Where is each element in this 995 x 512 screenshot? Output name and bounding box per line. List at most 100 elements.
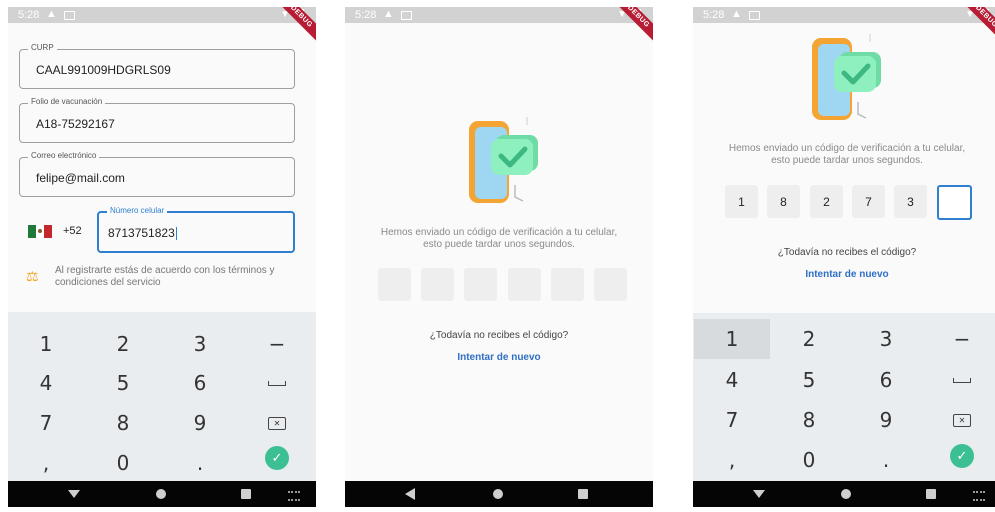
key-2[interactable]: 2 — [771, 319, 847, 359]
retry-link[interactable]: Intentar de nuevo — [693, 269, 995, 280]
debug-banner: DEBUG — [957, 7, 995, 46]
warning-icon: ▲ — [731, 8, 742, 20]
space-icon — [268, 380, 286, 386]
code-digit-5[interactable]: 3 — [894, 185, 927, 218]
code-digit-5[interactable] — [551, 268, 584, 301]
code-digit-4[interactable] — [508, 268, 541, 301]
code-digit-3[interactable] — [464, 268, 497, 301]
email-value: felipe@mail.com — [36, 171, 125, 185]
code-digit-6[interactable] — [594, 268, 627, 301]
keyboard-switch-icon[interactable] — [973, 491, 985, 501]
back-icon[interactable] — [753, 490, 765, 498]
key-6[interactable]: 6 — [162, 363, 238, 403]
key-5[interactable]: 5 — [771, 360, 847, 400]
confirm-key[interactable]: ✓ — [239, 438, 315, 478]
key-period[interactable]: . — [162, 443, 238, 483]
key-0[interactable]: 0 — [85, 443, 161, 483]
keyboard-switch-icon[interactable] — [288, 491, 300, 501]
gavel-icon: ⚖ — [26, 268, 39, 284]
home-icon[interactable] — [841, 489, 851, 499]
numeric-keypad: 1 2 3 − 4 5 6 7 8 9 ✕ , 0 . ✓ — [693, 313, 995, 483]
key-minus[interactable]: − — [239, 324, 315, 364]
warning-icon: ▲ — [46, 8, 57, 20]
key-6[interactable]: 6 — [848, 360, 924, 400]
key-7[interactable]: 7 — [8, 403, 84, 443]
key-3[interactable]: 3 — [162, 324, 238, 364]
folio-field[interactable]: Folio de vacunación A18-75292167 — [19, 97, 295, 143]
curp-value: CAAL991009HDGRLS09 — [36, 63, 171, 77]
numeric-keypad: 1 2 3 − 4 5 6 7 8 9 ✕ , 0 . ✓ — [8, 312, 316, 482]
navigation-bar — [8, 481, 316, 507]
key-2[interactable]: 2 — [85, 324, 161, 364]
backspace-key[interactable]: ✕ — [924, 400, 995, 440]
confirm-key[interactable]: ✓ — [924, 436, 995, 476]
code-digit-2[interactable] — [421, 268, 454, 301]
message-line-2: esto puede tardar unos segundos. — [423, 239, 575, 250]
recents-icon[interactable] — [926, 489, 936, 499]
status-time: 5:28 — [703, 9, 725, 21]
navigation-bar — [345, 481, 653, 507]
verification-message: Hemos enviado un código de verificación … — [345, 227, 653, 251]
key-8[interactable]: 8 — [85, 403, 161, 443]
key-5[interactable]: 5 — [85, 363, 161, 403]
email-label: Correo electrónico — [28, 151, 100, 160]
mexico-flag-icon[interactable] — [28, 225, 52, 238]
code-digit-6[interactable] — [937, 185, 972, 220]
key-0[interactable]: 0 — [771, 440, 847, 480]
key-7[interactable]: 7 — [694, 400, 770, 440]
verification-screen-entering: 5:28 ▲ ▼ DEBUG Hemos enviado un código d… — [693, 7, 995, 507]
phone-value-wrap: 8713751823 — [108, 226, 177, 241]
backspace-icon: ✕ — [953, 413, 971, 427]
phone-label: Número celular — [107, 206, 168, 215]
space-key[interactable] — [239, 363, 315, 403]
phone-field[interactable]: Número celular 8713751823 — [97, 206, 295, 253]
key-period[interactable]: . — [848, 440, 924, 480]
code-digit-1[interactable]: 1 — [725, 185, 758, 218]
status-bar: 5:28 ▲ ▼ DEBUG — [345, 7, 653, 46]
phone-check-illustration — [812, 34, 881, 120]
recents-icon[interactable] — [578, 489, 588, 499]
key-comma[interactable]: , — [694, 440, 770, 480]
folio-value: A18-75292167 — [36, 117, 115, 131]
key-minus[interactable]: − — [924, 319, 995, 359]
country-code[interactable]: +52 — [63, 225, 82, 237]
key-1[interactable]: 1 — [8, 324, 84, 364]
status-bar: 5:28 ▲ ▼ DEBUG — [693, 7, 995, 46]
key-3[interactable]: 3 — [848, 319, 924, 359]
key-1[interactable]: 1 — [694, 319, 770, 359]
home-icon[interactable] — [156, 489, 166, 499]
message-line-1: Hemos enviado un código de verificación … — [380, 227, 618, 238]
status-time: 5:28 — [18, 9, 40, 21]
message-line-2: esto puede tardar unos segundos. — [771, 155, 923, 166]
key-8[interactable]: 8 — [771, 400, 847, 440]
debug-banner: DEBUG — [272, 7, 316, 46]
curp-field[interactable]: CURP CAAL991009HDGRLS09 — [19, 43, 295, 89]
debug-banner: DEBUG — [609, 7, 653, 46]
code-digit-3[interactable]: 2 — [810, 185, 843, 218]
backspace-icon: ✕ — [268, 416, 286, 430]
code-digit-1[interactable] — [378, 268, 411, 301]
phone-value: 8713751823 — [108, 226, 175, 240]
code-digit-4[interactable]: 7 — [852, 185, 885, 218]
back-icon[interactable] — [405, 488, 415, 500]
back-icon[interactable] — [68, 490, 80, 498]
status-bar: 5:28 ▲ ▼ DEBUG — [8, 7, 316, 46]
code-digit-2[interactable]: 8 — [767, 185, 800, 218]
folio-label: Folio de vacunación — [28, 97, 106, 106]
key-9[interactable]: 9 — [162, 403, 238, 443]
key-4[interactable]: 4 — [8, 363, 84, 403]
key-comma[interactable]: , — [8, 443, 84, 483]
home-icon[interactable] — [493, 489, 503, 499]
phone-check-illustration — [469, 117, 538, 203]
email-field[interactable]: Correo electrónico felipe@mail.com — [19, 151, 295, 197]
key-9[interactable]: 9 — [848, 400, 924, 440]
key-4[interactable]: 4 — [694, 360, 770, 400]
retry-link[interactable]: Intentar de nuevo — [345, 352, 653, 363]
terms-text[interactable]: Al registrarte estás de acuerdo con los … — [55, 265, 305, 289]
recents-icon[interactable] — [241, 489, 251, 499]
check-icon: ✓ — [265, 446, 289, 470]
space-key[interactable] — [924, 360, 995, 400]
backspace-key[interactable]: ✕ — [239, 403, 315, 443]
message-line-1: Hemos enviado un código de verificación … — [728, 143, 966, 154]
image-notification-icon — [401, 11, 412, 20]
